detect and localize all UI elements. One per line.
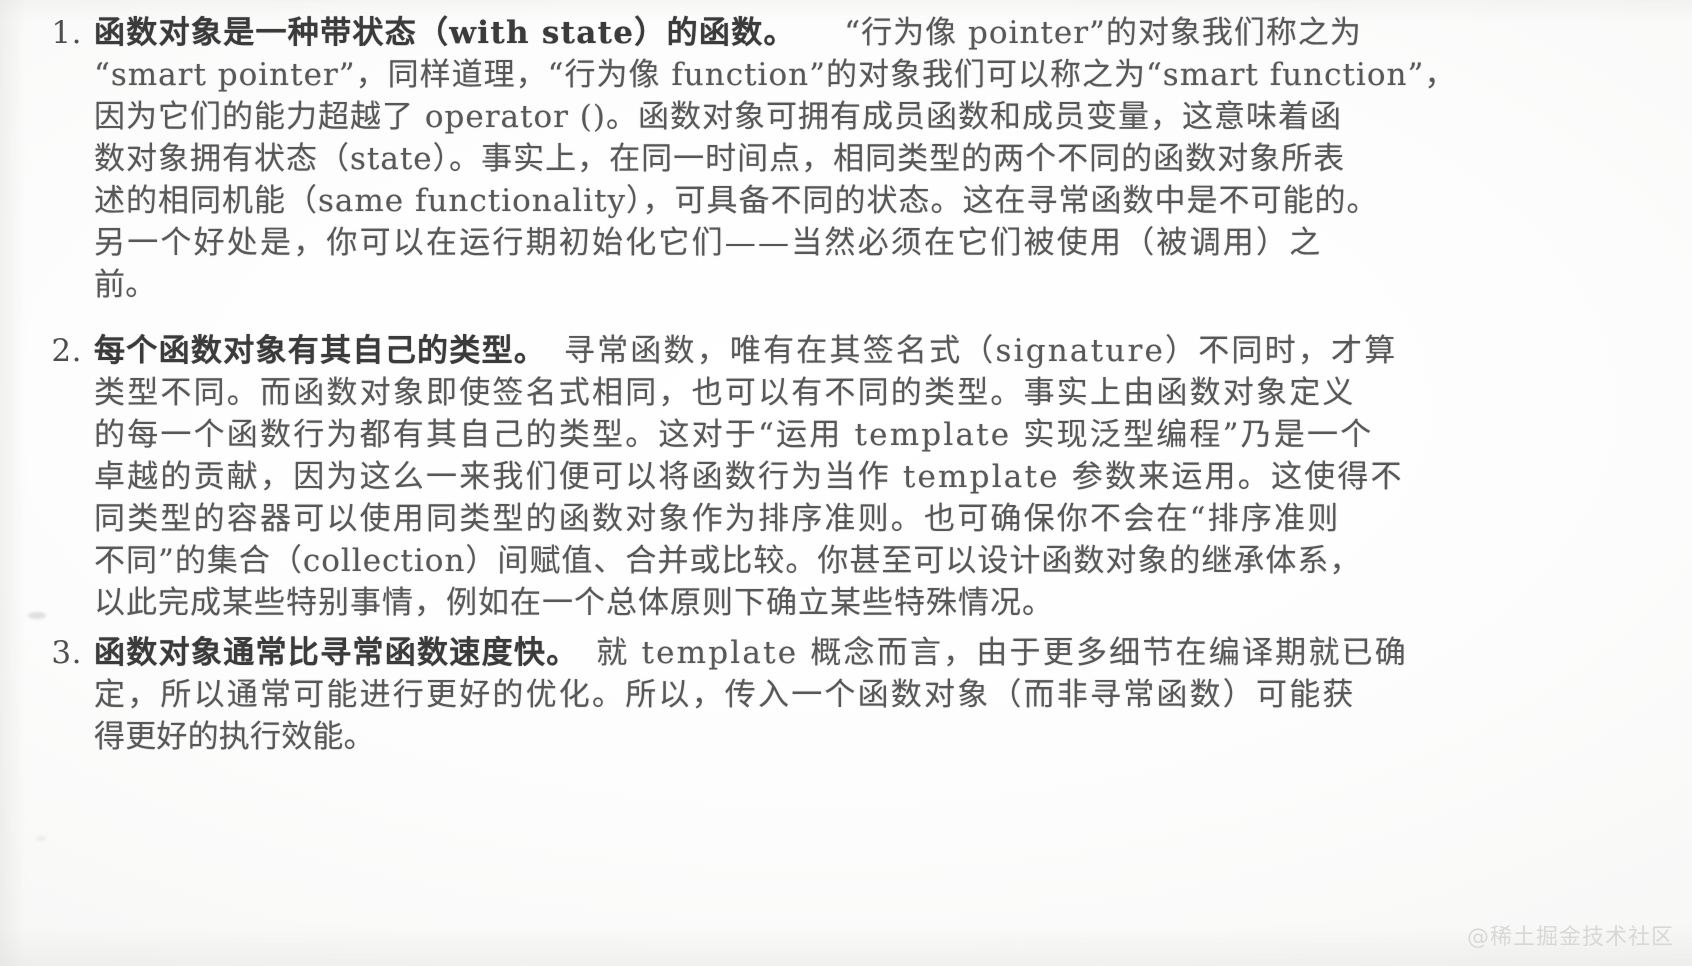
list-item-text: 函数对象是一种带状态（with state）的函数。 “行为像 pointer”… [94,12,1528,306]
text-line: “smart pointer”，同样道理，“行为像 function”的对象我们… [94,57,1457,93]
watermark: @稀土掘金技术社区 [1466,925,1674,950]
text-line: 同类型的容器可以使用同类型的函数对象作为排序准则。也可确保你不会在“排序准则 [94,501,1341,537]
page-content: 1. 函数对象是一种带状态（with state）的函数。 “行为像 point… [0,0,1692,966]
text-line: 卓越的贡献，因为这么一来我们便可以将函数行为当作 template 参数来运用。… [94,459,1404,495]
list-item-text: 函数对象通常比寻常函数速度快。 就 template 概念而言，由于更多细节在编… [94,632,1528,758]
text-line: 另一个好处是，你可以在运行期初始化它们——当然必须在它们被使用（被调用）之 [94,225,1323,261]
text-line: 不同”的集合（collection）间赋值、合并或比较。你甚至可以设计函数对象的… [94,543,1362,579]
text-line: 类型不同。而函数对象即使签名式相同，也可以有不同的类型。事实上由函数对象定义 [94,375,1356,411]
text-line: 得更好的执行效能。 [94,719,375,755]
list-item-text: 每个函数对象有其自己的类型。 寻常函数，唯有在其签名式（signature）不同… [94,330,1528,624]
line-tail: 就 template 概念而言，由于更多细节在编译期就已确 [563,635,1408,671]
line-tail: “行为像 pointer”的对象我们称之为 [780,15,1362,51]
text-line: 数对象拥有状态（state）。事实上，在同一时间点，相同类型的两个不同的函数对象… [94,141,1346,177]
scanned-page: 1. 函数对象是一种带状态（with state）的函数。 “行为像 point… [0,0,1692,966]
text-line: 的每一个函数行为都有其自己的类型。这对于“运用 template 实现泛型编程”… [94,417,1374,453]
text-line: 述的相同机能（same functionality），可具备不同的状态。这在寻常… [94,183,1379,219]
list-marker: 3. [51,635,82,671]
text-line: 因为它们的能力超越了 operator ()。函数对象可拥有成员函数和成员变量，… [94,99,1342,135]
bold-lead-in: 函数对象通常比寻常函数速度快。 [94,635,563,671]
bold-lead-in: 函数对象是一种带状态（with state）的函数。 [94,15,781,51]
list-marker: 1. [51,15,82,51]
text-line: 每个函数对象有其自己的类型。 寻常函数，唯有在其签名式（signature）不同… [94,330,1528,372]
text-line: 函数对象是一种带状态（with state）的函数。 “行为像 pointer”… [94,12,1528,54]
text-line: 定，所以通常可能进行更好的优化。所以，传入一个函数对象（而非寻常函数）可能获 [94,677,1356,713]
list-marker: 2. [51,333,82,369]
text-line: 以此完成某些特别事情，例如在一个总体原则下确立某些特殊情况。 [94,585,1054,621]
line-tail: 寻常函数，唯有在其签名式（signature）不同时，才算 [530,333,1398,369]
text-line: 前。 [94,267,157,303]
text-line: 函数对象通常比寻常函数速度快。 就 template 概念而言，由于更多细节在编… [94,632,1528,674]
bold-lead-in: 每个函数对象有其自己的类型。 [94,333,531,369]
